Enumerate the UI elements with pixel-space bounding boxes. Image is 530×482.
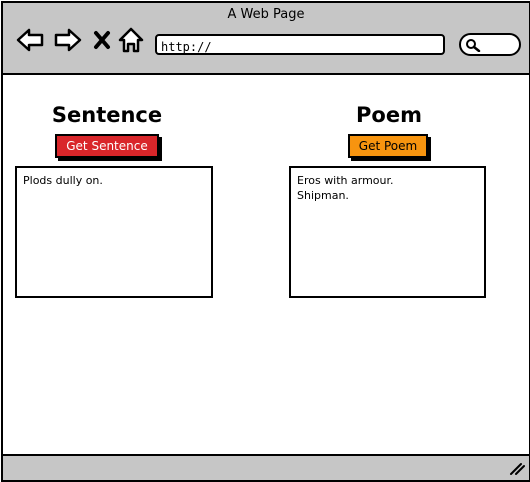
poem-heading: Poem: [356, 103, 422, 127]
window-title: A Web Page: [227, 7, 305, 22]
home-icon[interactable]: [118, 27, 146, 53]
browser-window: A Web Page http:// Sentence Get Sentence…: [1, 1, 530, 482]
sentence-line: Plods dully on.: [23, 174, 103, 187]
get-sentence-button[interactable]: Get Sentence: [55, 134, 159, 158]
get-poem-button[interactable]: Get Poem: [348, 134, 428, 158]
status-bar: [3, 454, 529, 480]
poem-line: Shipman.: [297, 189, 349, 202]
browser-toolbar: A Web Page: [3, 3, 529, 75]
sentence-heading: Sentence: [51, 103, 163, 127]
close-icon[interactable]: [93, 27, 111, 53]
search-icon: [466, 39, 481, 52]
forward-arrow-icon[interactable]: [53, 27, 82, 53]
back-arrow-icon[interactable]: [15, 27, 44, 53]
search-field[interactable]: [459, 33, 521, 56]
sentence-output: Plods dully on.: [15, 166, 213, 298]
poem-output: Eros with armour. Shipman.: [289, 166, 486, 298]
address-bar[interactable]: [155, 34, 445, 56]
poem-line: Eros with armour.: [297, 174, 394, 187]
resize-grip-icon[interactable]: [509, 461, 525, 475]
address-input[interactable]: [157, 38, 445, 56]
